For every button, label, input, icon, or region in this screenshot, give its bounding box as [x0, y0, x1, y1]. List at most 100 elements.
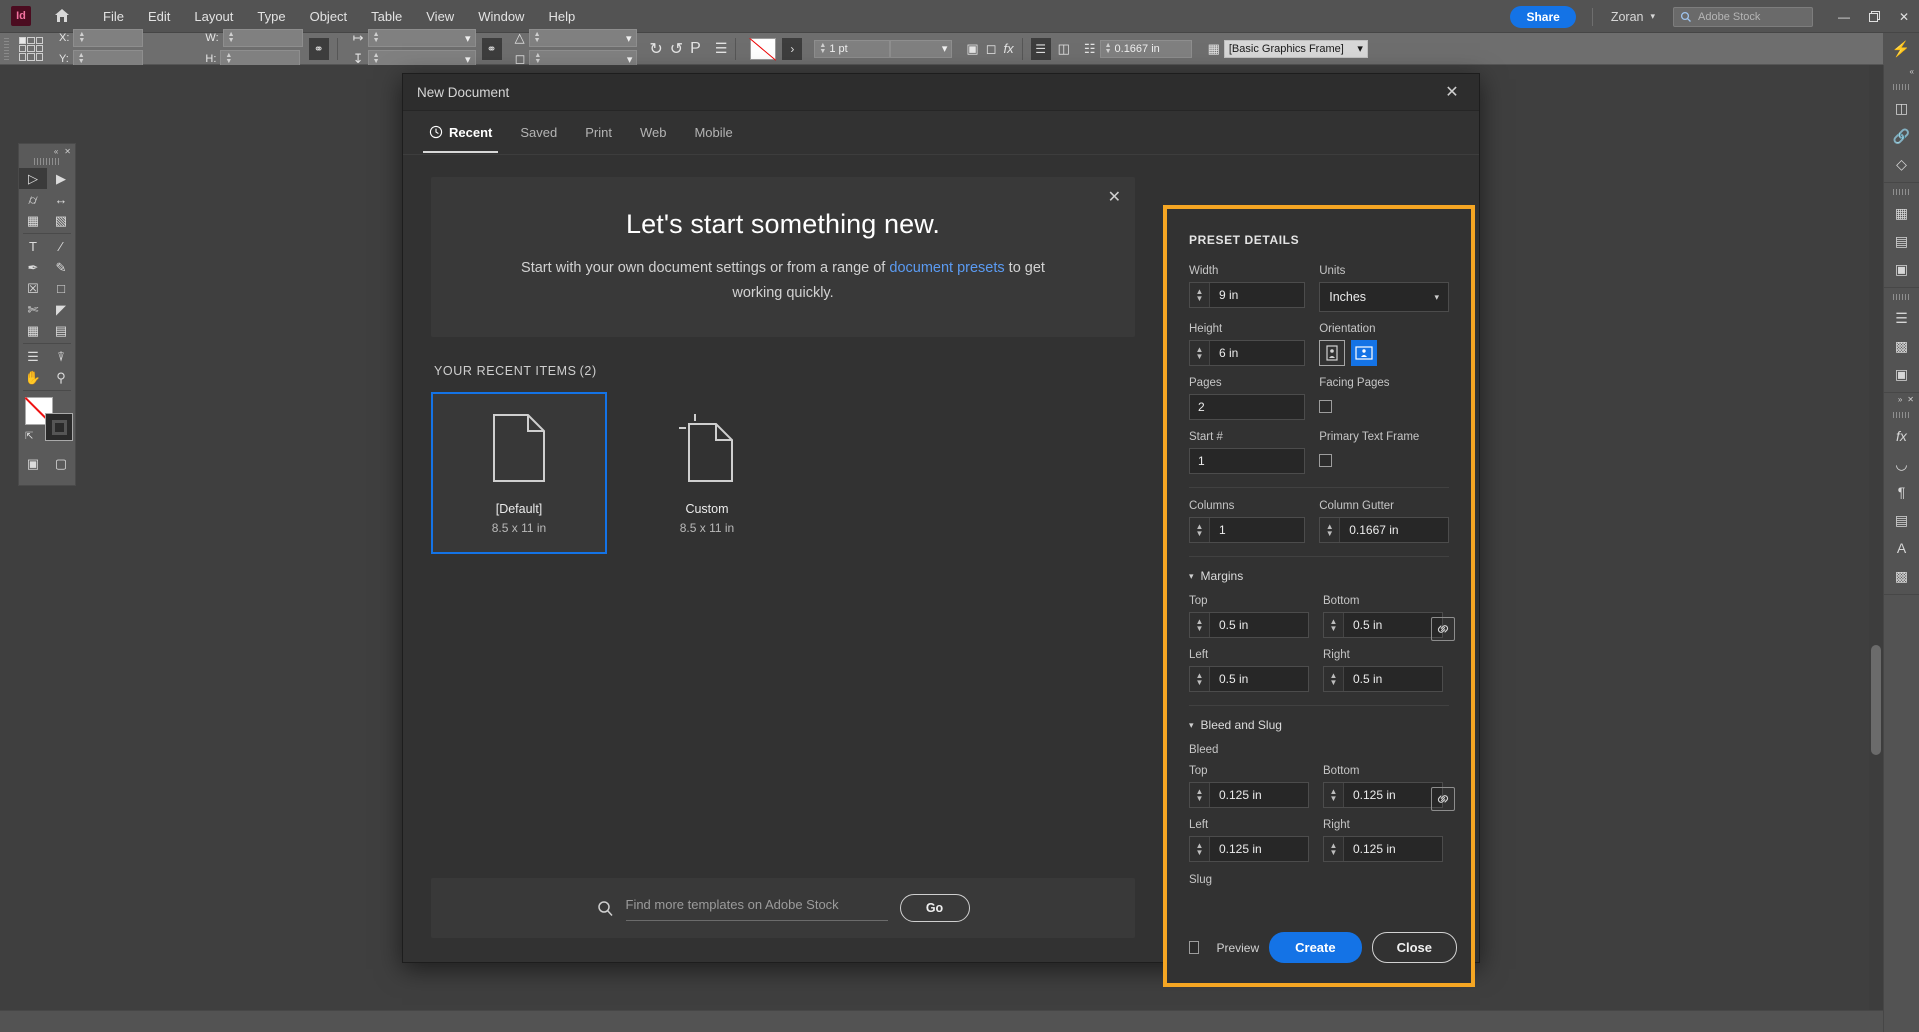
object-styles-panel-icon[interactable]: ▩	[1884, 562, 1919, 590]
units-select[interactable]: Inches ▾	[1319, 282, 1449, 312]
stepper-icon[interactable]: ▲ ▼	[819, 42, 826, 55]
flip-horizontal-icon[interactable]: P	[690, 40, 701, 58]
stroke-weight-input[interactable]: ▲ ▼ 1 pt	[814, 39, 891, 58]
template-search-input[interactable]: Find more templates on Adobe Stock	[625, 896, 888, 921]
menu-item-layout[interactable]: Layout	[182, 5, 245, 28]
menu-item-edit[interactable]: Edit	[136, 5, 182, 28]
text-wrap-icon[interactable]: ☰	[1030, 37, 1051, 60]
dock-grip[interactable]	[1892, 189, 1911, 195]
stepper-icon[interactable]: ▲ ▼	[534, 31, 541, 44]
character-styles-panel-icon[interactable]: A	[1884, 534, 1919, 562]
orientation-landscape-button[interactable]	[1351, 340, 1378, 366]
dialog-title-bar[interactable]: New Document ✕	[403, 74, 1479, 111]
effects-fx-icon[interactable]: fx	[1004, 41, 1014, 56]
stepper-icon[interactable]: ▲ ▼	[225, 52, 232, 65]
dialog-close-button[interactable]: ✕	[1439, 79, 1465, 105]
collapse-icon[interactable]: «	[54, 147, 58, 156]
expand-icon[interactable]: »	[1898, 395, 1902, 404]
height-input[interactable]: ▲ ▼ 6 in	[1189, 340, 1306, 366]
content-collector-tool[interactable]: ▦	[19, 210, 47, 231]
swap-fill-stroke-icon[interactable]: ⇱	[25, 431, 37, 443]
margin-right-input[interactable]: ▲ ▼ 0.5 in	[1323, 666, 1443, 692]
type-tool[interactable]: T	[19, 236, 47, 257]
margin-bottom-input[interactable]: ▲ ▼ 0.5 in	[1323, 612, 1443, 638]
text-wrap-panel-icon[interactable]: ◡	[1884, 450, 1919, 478]
content-placer-tool[interactable]: ▧	[47, 210, 75, 231]
direct-selection-tool[interactable]: ▶	[47, 168, 75, 189]
stepper-icon[interactable]: ▲ ▼	[1324, 667, 1344, 691]
reference-point-proxy[interactable]	[19, 36, 43, 61]
line-tool[interactable]: ∕	[47, 236, 75, 257]
page-tool[interactable]: ⌭	[19, 189, 47, 210]
stepper-icon[interactable]: ▲ ▼	[78, 31, 85, 44]
stepper-icon[interactable]: ▲ ▼	[1190, 283, 1210, 307]
stepper-icon[interactable]: ▲ ▼	[1190, 613, 1210, 637]
minimize-button[interactable]: —	[1829, 0, 1859, 33]
create-button[interactable]: Create	[1269, 932, 1362, 963]
menu-item-type[interactable]: Type	[245, 5, 297, 28]
bleed-bottom-input[interactable]: ▲ ▼ 0.125 in	[1323, 782, 1443, 808]
orientation-portrait-button[interactable]	[1319, 340, 1346, 366]
stepper-icon[interactable]: ▲ ▼	[1324, 783, 1344, 807]
frame-options-icon[interactable]: ◻	[986, 41, 997, 57]
margin-top-input[interactable]: ▲ ▼ 0.5 in	[1189, 612, 1309, 638]
constrain-scale-toggle[interactable]: ⚭	[481, 37, 502, 60]
close-dialog-button[interactable]: Close	[1371, 932, 1457, 963]
stroke-style-select[interactable]: ▾	[890, 39, 953, 58]
tab-mobile[interactable]: Mobile	[680, 113, 746, 153]
rectangle-tool[interactable]: □	[47, 278, 75, 299]
margin-left-input[interactable]: ▲ ▼ 0.5 in	[1189, 666, 1309, 692]
selection-tool[interactable]: ▷	[19, 168, 47, 189]
stroke-color-swatch[interactable]	[750, 37, 777, 60]
stepper-icon[interactable]: ▲ ▼	[228, 31, 235, 44]
primary-text-frame-checkbox[interactable]	[1319, 454, 1333, 467]
hand-tool[interactable]: ✋	[19, 367, 47, 388]
adobe-stock-search-input[interactable]: Adobe Stock	[1673, 6, 1813, 27]
close-button[interactable]: ✕	[1889, 0, 1919, 33]
stepper-icon[interactable]: ▲ ▼	[78, 52, 85, 65]
tab-recent[interactable]: Recent	[415, 113, 506, 153]
scrollbar-thumb[interactable]	[1871, 645, 1881, 755]
rotate-clockwise-icon[interactable]: ↻	[649, 39, 662, 59]
dock-grip[interactable]	[1892, 84, 1911, 90]
close-icon[interactable]: ✕	[64, 147, 71, 156]
bleed-link-toggle[interactable]	[1431, 787, 1455, 811]
dock-grip[interactable]	[1892, 412, 1911, 418]
stroke-color-swatch[interactable]	[45, 413, 73, 441]
story-panel-icon[interactable]: ▤	[1884, 506, 1919, 534]
scissors-tool[interactable]: ✄	[19, 299, 47, 320]
stepper-icon[interactable]: ▲ ▼	[1190, 518, 1210, 542]
object-style-select[interactable]: [Basic Graphics Frame] ▾	[1223, 39, 1368, 58]
rectangle-frame-tool[interactable]: ☒	[19, 278, 47, 299]
scale-x-select[interactable]: ▲ ▼ ▾	[367, 29, 476, 47]
hero-close-button[interactable]: ✕	[1108, 187, 1121, 207]
preview-mode-button[interactable]: ▢	[47, 453, 75, 474]
preview-checkbox[interactable]	[1189, 941, 1200, 954]
stepper-icon[interactable]: ▲ ▼	[1324, 837, 1344, 861]
free-transform-tool[interactable]: ◤	[47, 299, 75, 320]
constrain-proportions-toggle[interactable]: ⚭	[308, 37, 329, 60]
dock-grip[interactable]	[1892, 294, 1911, 300]
normal-view-mode-button[interactable]: ▣	[19, 453, 47, 474]
align-panel-icon[interactable]: ▩	[1884, 332, 1919, 360]
user-menu[interactable]: Zoran ▾	[1593, 10, 1655, 24]
align-distribute-icon[interactable]: ☰	[715, 40, 728, 57]
eyedropper-tool[interactable]: ⍒	[47, 346, 75, 367]
stroke-type-chevron[interactable]: ›	[782, 37, 803, 60]
stepper-icon[interactable]: ▲ ▼	[1190, 341, 1210, 365]
tools-panel-grip[interactable]	[34, 158, 60, 165]
frame-fitting-icon[interactable]: ▣	[966, 41, 978, 57]
margins-section-header[interactable]: ▾ Margins	[1189, 569, 1449, 583]
stepper-icon[interactable]: ▲ ▼	[1324, 613, 1344, 637]
stepper-icon[interactable]: ▲ ▼	[1190, 837, 1210, 861]
paragraph-panel-icon[interactable]: ¶	[1884, 478, 1919, 506]
gradient-panel-icon[interactable]: ▤	[1884, 227, 1919, 255]
tab-saved[interactable]: Saved	[506, 113, 571, 153]
go-button[interactable]: Go	[899, 894, 970, 922]
pen-tool[interactable]: ✒	[19, 257, 47, 278]
stepper-icon[interactable]: ▲ ▼	[1190, 667, 1210, 691]
note-tool[interactable]: ☰	[19, 346, 47, 367]
gradient-feather-tool[interactable]: ▤	[47, 320, 75, 341]
menu-item-object[interactable]: Object	[298, 5, 360, 28]
gap-tool-icon[interactable]: ☷	[1084, 41, 1096, 57]
